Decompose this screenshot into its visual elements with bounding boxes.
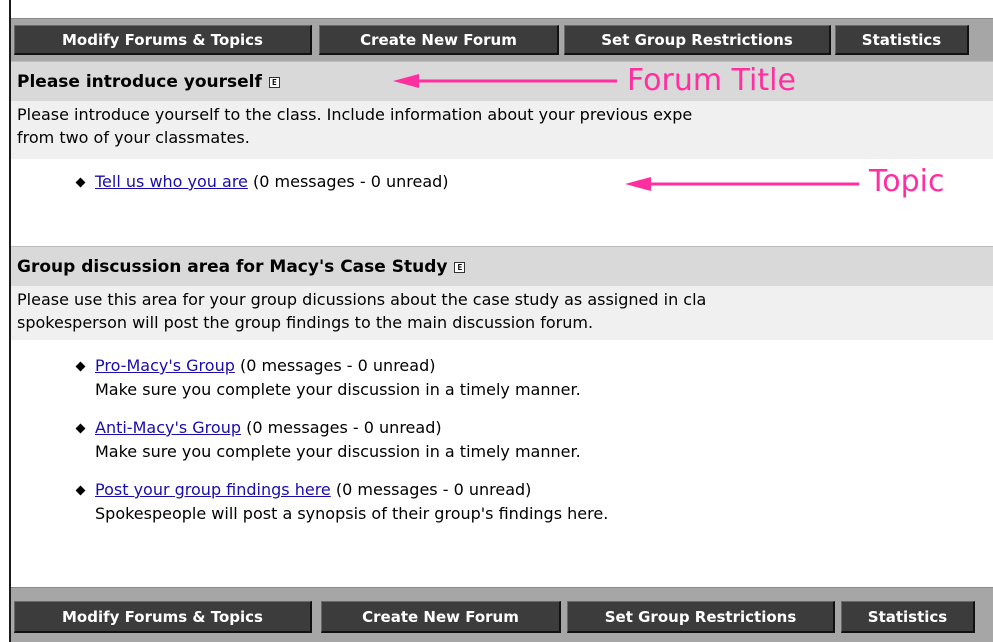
topic-link[interactable]: Pro-Macy's Group <box>95 356 235 375</box>
topic-note: Make sure you complete your discussion i… <box>95 380 581 399</box>
bullet-icon <box>75 485 86 496</box>
topic-link[interactable]: Post your group findings here <box>95 480 331 499</box>
topic-item: Anti-Macy's Group (0 messages - 0 unread… <box>11 416 993 464</box>
modify-forums-topics-button[interactable]: Modify Forums & Topics <box>14 25 312 55</box>
set-group-restrictions-button[interactable]: Set Group Restrictions <box>567 601 835 633</box>
bottom-toolbar: Modify Forums & Topics Create New Forum … <box>11 587 993 642</box>
topic-link[interactable]: Tell us who you are <box>95 172 248 191</box>
forum-title: Please introduce yourself <box>17 71 262 92</box>
create-new-forum-button[interactable]: Create New Forum <box>321 601 561 633</box>
forum-description-line: Please introduce yourself to the class. … <box>17 105 693 124</box>
modify-forums-topics-button[interactable]: Modify Forums & Topics <box>14 601 312 633</box>
topic-message-count: (0 messages - 0 unread) <box>246 418 442 437</box>
topic-arrow-icon <box>625 177 859 191</box>
topic-message-count: (0 messages - 0 unread) <box>335 480 532 499</box>
forum-title-annotation: Forum Title <box>627 63 796 98</box>
statistics-button[interactable]: Statistics <box>841 601 975 633</box>
topic-list: Pro-Macy's Group (0 messages - 0 unread)… <box>11 354 993 526</box>
edit-forum-icon[interactable]: E <box>268 77 280 88</box>
topic-message-count: (0 messages - 0 unread) <box>253 172 449 191</box>
topic-annotation: Topic <box>869 164 945 199</box>
bullet-icon <box>75 177 86 188</box>
topic-message-count: (0 messages - 0 unread) <box>239 356 436 375</box>
forum-description-line: spokesperson will post the group finding… <box>17 313 594 332</box>
forum-description: Please introduce yourself to the class. … <box>11 101 993 159</box>
create-new-forum-button[interactable]: Create New Forum <box>319 25 559 55</box>
bullet-icon <box>75 361 86 372</box>
forum-description: Please use this area for your group dicu… <box>11 286 993 340</box>
forum-description-line: Please use this area for your group dicu… <box>17 290 707 309</box>
statistics-button[interactable]: Statistics <box>835 25 969 55</box>
topic-item: Pro-Macy's Group (0 messages - 0 unread)… <box>11 354 993 402</box>
forum-title: Group discussion area for Macy's Case St… <box>17 256 448 277</box>
set-group-restrictions-button[interactable]: Set Group Restrictions <box>564 25 831 55</box>
forum-list-frame: Modify Forums & Topics Create New Forum … <box>9 0 993 642</box>
topic-note: Make sure you complete your discussion i… <box>95 442 581 461</box>
forum-description-line: from two of your classmates. <box>17 128 250 147</box>
bullet-icon <box>75 423 86 434</box>
top-toolbar: Modify Forums & Topics Create New Forum … <box>11 18 993 62</box>
forum-title-arrow-icon <box>393 74 617 88</box>
topic-item: Post your group findings here (0 message… <box>11 478 993 526</box>
topic-note: Spokespeople will post a synopsis of the… <box>95 504 609 523</box>
topic-link[interactable]: Anti-Macy's Group <box>95 418 241 437</box>
edit-forum-icon[interactable]: E <box>454 262 466 273</box>
forum-title-bar: Group discussion area for Macy's Case St… <box>11 246 993 286</box>
